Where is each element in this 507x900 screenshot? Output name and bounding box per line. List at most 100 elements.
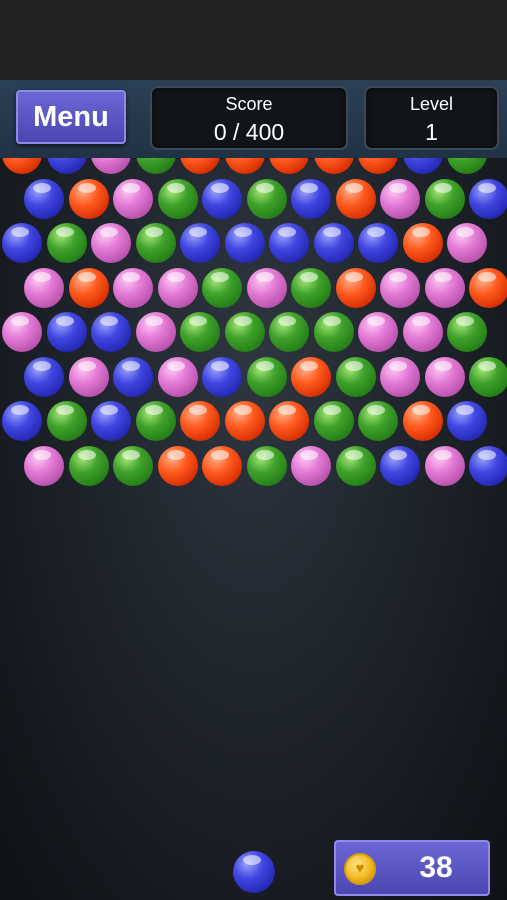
bubble-blue: [180, 223, 220, 263]
bubble-pink: [157, 267, 198, 308]
bubble-orange: [313, 158, 354, 174]
bubble-blue: [358, 223, 398, 263]
heart-coin-icon: ♥: [344, 853, 376, 885]
bubble-blue: [2, 401, 42, 441]
level-label: Level: [409, 94, 454, 114]
level-panel: Level 1: [364, 86, 499, 150]
bubble-pink: [91, 223, 131, 263]
bubble-blue: [380, 445, 420, 486]
bubble-green: [135, 223, 176, 263]
bubble-green: [291, 267, 331, 308]
bubble-orange: [402, 223, 443, 263]
bubble-pink: [424, 445, 465, 486]
bubble-orange: [180, 158, 220, 174]
bubble-green: [424, 178, 465, 219]
bubble-pink: [113, 178, 153, 219]
bubble-green: [246, 178, 287, 219]
bubble-orange: [2, 158, 42, 174]
bubble-pink: [380, 267, 420, 308]
bubble-blue: [24, 356, 64, 397]
bubble-blue: [202, 178, 242, 219]
menu-button[interactable]: Menu: [16, 90, 126, 144]
bubble-green: [269, 312, 309, 352]
bubble-blue: [469, 178, 507, 219]
bubble-pink: [24, 445, 64, 486]
status-bar: [0, 0, 507, 80]
bubble-pink: [246, 267, 287, 308]
bubble-orange: [469, 267, 507, 308]
bubble-blue: [469, 445, 507, 486]
score-label: Score: [225, 94, 273, 114]
bubble-green: [135, 401, 176, 441]
bubble-pink: [91, 158, 131, 174]
bubble-orange: [358, 158, 398, 174]
bubble-blue: [91, 401, 131, 441]
bubble-pink: [358, 312, 398, 352]
bubble-pink: [424, 356, 465, 397]
bubble-pink: [424, 267, 465, 308]
bubble-green: [469, 356, 507, 397]
bubble-green: [358, 401, 398, 441]
score-value: 0 / 400: [213, 119, 285, 145]
bubble-green: [447, 158, 487, 174]
bubble-blue: [447, 401, 487, 441]
score-panel: Score 0 / 400: [150, 86, 348, 150]
bubble-pink: [447, 223, 487, 263]
bubble-blue: [269, 223, 309, 263]
bubble-green: [180, 312, 220, 352]
bubble-pink: [113, 267, 153, 308]
bubble-blue: [224, 223, 265, 263]
bubble-green: [335, 445, 376, 486]
bubble-orange: [291, 356, 331, 397]
bubble-blue: [46, 312, 87, 352]
bubble-pink: [2, 312, 42, 352]
bubble-green: [224, 312, 265, 352]
bubble-blue: [402, 158, 443, 174]
bubble-green: [46, 223, 87, 263]
bubble-blue: [91, 312, 131, 352]
bubble-green: [447, 312, 487, 352]
bubble-green: [135, 158, 176, 174]
bubble-pink: [402, 312, 443, 352]
bubble-green: [68, 445, 109, 486]
bubble-orange: [269, 158, 309, 174]
bubble-pink: [68, 356, 109, 397]
bubble-orange: [335, 267, 376, 308]
bubble-pink: [291, 445, 331, 486]
bubble-orange: [224, 158, 265, 174]
bubble-green: [157, 178, 198, 219]
bubble-pink: [24, 267, 64, 308]
bubble-orange: [68, 178, 109, 219]
shooter-bubble[interactable]: [233, 851, 275, 893]
level-value: 1: [425, 119, 438, 145]
bubble-pink: [380, 356, 420, 397]
bubble-orange: [157, 445, 198, 486]
bubble-blue: [46, 158, 87, 174]
bubble-pink: [135, 312, 176, 352]
bubble-orange: [224, 401, 265, 441]
bubble-blue: [2, 223, 42, 263]
bubble-blue: [202, 356, 242, 397]
bubble-green: [113, 445, 153, 486]
bubble-pink: [157, 356, 198, 397]
bubble-blue: [24, 178, 64, 219]
bubble-orange: [335, 178, 376, 219]
bubble-orange: [68, 267, 109, 308]
bubble-orange: [202, 445, 242, 486]
bubble-orange: [269, 401, 309, 441]
bubble-board[interactable]: [0, 158, 507, 838]
bubble-pink: [380, 178, 420, 219]
bubble-orange: [402, 401, 443, 441]
bubble-green: [335, 356, 376, 397]
bubble-green: [46, 401, 87, 441]
bubble-green: [202, 267, 242, 308]
bubble-green: [313, 312, 354, 352]
coin-count: 38: [419, 851, 453, 884]
bubble-green: [313, 401, 354, 441]
bubble-orange: [180, 401, 220, 441]
bubble-green: [246, 445, 287, 486]
coin-counter[interactable]: ♥ 38: [334, 840, 490, 896]
bubble-green: [246, 356, 287, 397]
bubble-blue: [313, 223, 354, 263]
bubble-blue: [291, 178, 331, 219]
